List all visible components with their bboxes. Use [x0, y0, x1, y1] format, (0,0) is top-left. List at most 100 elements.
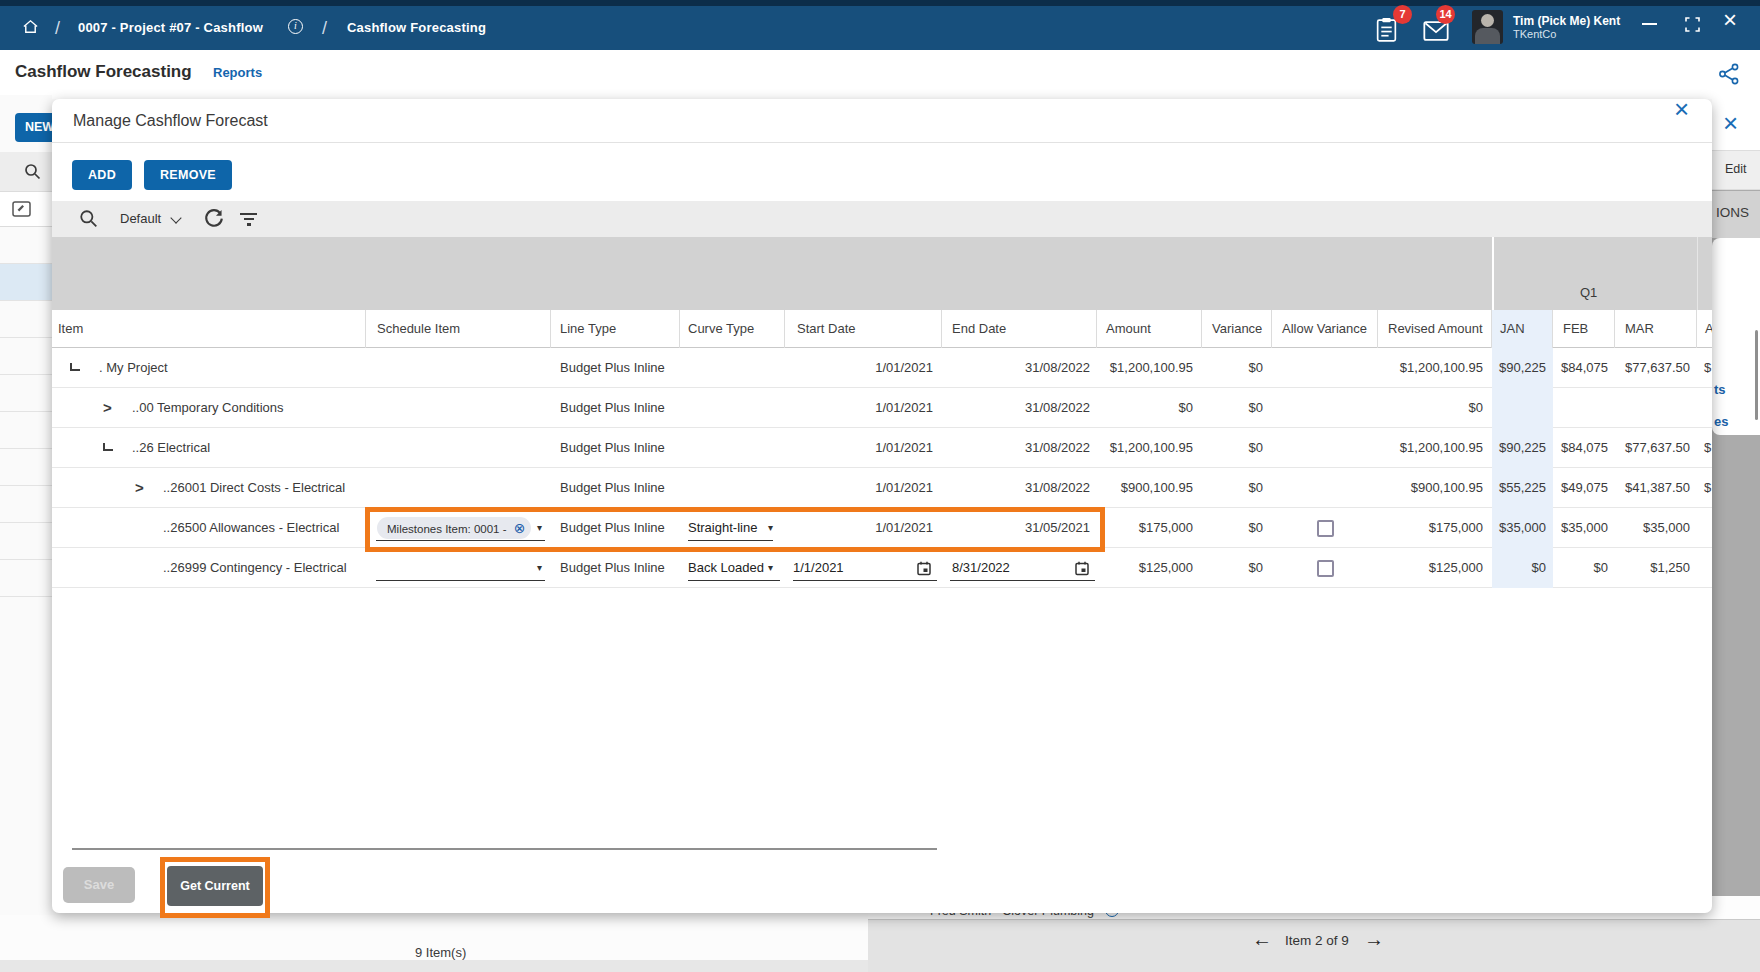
- grid-row-contingency[interactable]: ..26999 Contingency - Electrical ▾ Budge…: [52, 548, 1712, 588]
- col-allow-variance[interactable]: Allow Variance: [1272, 310, 1378, 348]
- allow-variance-checkbox[interactable]: [1317, 520, 1334, 537]
- scrollbar[interactable]: [1755, 330, 1758, 420]
- col-revised-amount[interactable]: Revised Amount: [1378, 310, 1492, 348]
- grid-group-header: Q1: [52, 237, 1712, 310]
- panel-close-icon[interactable]: ×: [1723, 112, 1738, 134]
- item-label: ..00 Temporary Conditions: [132, 388, 284, 428]
- expand-icon[interactable]: >: [135, 481, 144, 495]
- remove-button[interactable]: REMOVE: [144, 160, 232, 190]
- manage-cashflow-modal: Manage Cashflow Forecast × ADD REMOVE De…: [52, 99, 1712, 913]
- col-jan[interactable]: JAN: [1492, 310, 1553, 348]
- close-window-button[interactable]: ×: [1723, 6, 1737, 34]
- jan-value: $35,000: [1492, 508, 1553, 548]
- start-date-value: 1/01/2021: [785, 428, 942, 468]
- tasks-badge: 7: [1393, 5, 1412, 24]
- variance-value: $0: [1202, 468, 1272, 508]
- end-date-value: 31/08/2022: [942, 388, 1097, 428]
- grid-row-electrical[interactable]: ..26 Electrical Budget Plus Inline 1/01/…: [52, 428, 1712, 468]
- save-button[interactable]: Save: [63, 867, 135, 903]
- expand-icon[interactable]: >: [103, 401, 112, 415]
- end-date-input[interactable]: 8/31/2022: [942, 548, 1097, 588]
- start-date-value: 1/01/2021: [785, 348, 942, 388]
- mail-badge: 14: [1436, 5, 1455, 24]
- breadcrumb-separator-2: /: [322, 18, 327, 39]
- link-fragment-2[interactable]: es: [1714, 414, 1728, 429]
- col-end-date[interactable]: End Date: [942, 310, 1097, 348]
- breadcrumb-page[interactable]: Cashflow Forecasting: [347, 20, 486, 35]
- col-curve-type[interactable]: Curve Type: [680, 310, 785, 348]
- allow-variance-checkbox[interactable]: [1317, 560, 1334, 577]
- collapse-icon[interactable]: [103, 443, 113, 451]
- tasks-icon[interactable]: [1376, 17, 1397, 43]
- col-apr-partial[interactable]: A: [1697, 310, 1712, 348]
- start-date-value: 1/1/2021: [793, 560, 844, 575]
- breadcrumb-project[interactable]: 0007 - Project #07 - Cashflow: [78, 20, 263, 35]
- col-variance[interactable]: Variance: [1202, 310, 1272, 348]
- start-date-input[interactable]: 1/1/2021: [785, 548, 942, 588]
- schedule-item-select[interactable]: ▾: [366, 548, 551, 588]
- item-label: ..26500 Allowances - Electrical: [163, 508, 339, 548]
- collapse-icon[interactable]: [70, 363, 80, 371]
- minimize-button[interactable]: [1642, 23, 1657, 25]
- share-icon[interactable]: [1718, 63, 1740, 85]
- actions-header-fragment: IONS: [1716, 205, 1749, 220]
- col-schedule-item[interactable]: Schedule Item: [366, 310, 551, 348]
- search-icon[interactable]: [24, 163, 41, 180]
- modal-close-icon[interactable]: ×: [1674, 94, 1689, 125]
- grid-row-my-project[interactable]: . My Project Budget Plus Inline 1/01/202…: [52, 348, 1712, 388]
- mar-value: $77,637.50: [1615, 348, 1697, 388]
- prev-item-arrow[interactable]: ←: [1252, 928, 1272, 951]
- maximize-button[interactable]: [1685, 17, 1700, 32]
- col-item[interactable]: Item: [52, 310, 366, 348]
- selected-row-strip[interactable]: [0, 264, 52, 301]
- calendar-icon[interactable]: [1075, 561, 1089, 576]
- curve-type-select[interactable]: Back Loaded ▾: [680, 548, 785, 588]
- amount-value: $125,000: [1097, 548, 1202, 588]
- resize-divider[interactable]: [72, 848, 937, 850]
- col-line-type[interactable]: Line Type: [551, 310, 680, 348]
- avatar[interactable]: [1472, 10, 1503, 44]
- revised-amount-value: $0: [1378, 388, 1492, 428]
- grid-search-icon[interactable]: [79, 209, 98, 228]
- link-fragment-1[interactable]: ts: [1714, 382, 1726, 397]
- background-bottom: 9 Item(s): [0, 915, 868, 960]
- item-label: ..26001 Direct Costs - Electrical: [163, 468, 345, 508]
- user-name[interactable]: Tim (Pick Me) Kent: [1513, 14, 1620, 28]
- start-date-value: 1/01/2021: [785, 388, 942, 428]
- end-date-value: 31/08/2022: [942, 348, 1097, 388]
- filter-icon[interactable]: [240, 213, 257, 226]
- col-mar[interactable]: MAR: [1615, 310, 1697, 348]
- curve-type-value: Back Loaded: [688, 560, 764, 575]
- info-icon[interactable]: i: [288, 19, 303, 34]
- reports-link[interactable]: Reports: [213, 65, 262, 80]
- add-button[interactable]: ADD: [72, 160, 132, 190]
- item-label: ..26 Electrical: [132, 428, 210, 468]
- apr-value: $: [1697, 428, 1712, 468]
- background-grid-strip: NEW: [0, 95, 52, 920]
- amount-value: $0: [1097, 388, 1202, 428]
- grid-row-temporary-conditions[interactable]: > ..00 Temporary Conditions Budget Plus …: [52, 388, 1712, 428]
- mar-value: $77,637.50: [1615, 428, 1697, 468]
- amount-value: $1,200,100.95: [1097, 428, 1202, 468]
- col-start-date[interactable]: Start Date: [785, 310, 942, 348]
- line-type-value: Budget Plus Inline: [551, 468, 680, 508]
- calendar-icon[interactable]: [917, 561, 931, 576]
- note-icon[interactable]: [12, 201, 31, 217]
- variance-value: $0: [1202, 428, 1272, 468]
- quarter-q1-label: Q1: [1580, 285, 1597, 300]
- modal-title: Manage Cashflow Forecast: [73, 112, 268, 130]
- col-amount[interactable]: Amount: [1097, 310, 1202, 348]
- home-icon[interactable]: [22, 18, 39, 35]
- modal-titlebar: Manage Cashflow Forecast: [52, 99, 1712, 143]
- view-selector[interactable]: Default: [120, 211, 161, 226]
- background-right-strip: × Edit IONS ts es: [1712, 95, 1760, 920]
- mail-icon[interactable]: [1423, 21, 1449, 41]
- revised-amount-value: $175,000: [1378, 508, 1492, 548]
- next-item-arrow[interactable]: →: [1364, 928, 1384, 951]
- variance-value: $0: [1202, 548, 1272, 588]
- refresh-icon[interactable]: [204, 208, 224, 228]
- col-feb[interactable]: FEB: [1553, 310, 1615, 348]
- jan-value: $0: [1492, 548, 1553, 588]
- edit-label[interactable]: Edit: [1725, 162, 1747, 176]
- grid-row-direct-costs[interactable]: > ..26001 Direct Costs - Electrical Budg…: [52, 468, 1712, 508]
